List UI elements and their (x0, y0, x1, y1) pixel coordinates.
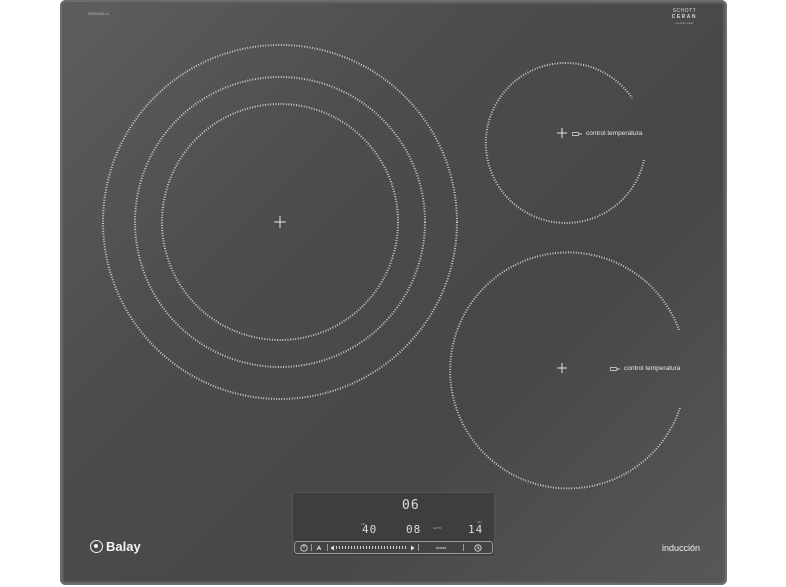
temperature-probe-icon (609, 366, 620, 372)
left-power-display[interactable]: 40 (362, 523, 377, 536)
zone-top-right-label: control temperatura (571, 130, 643, 137)
zone-large-center-mark (274, 216, 286, 228)
timer-icon[interactable] (473, 542, 483, 553)
zone-large-triple[interactable] (102, 44, 458, 400)
right-power-display[interactable]: 14 (468, 523, 483, 536)
cooktop-glass: 3EB965LU SCHOTT CERAN ceramic glass cont… (60, 0, 727, 585)
timer-display: 06 (402, 498, 420, 513)
child-lock-icon[interactable] (314, 542, 324, 553)
power-icon[interactable] (299, 542, 308, 553)
plus-icon[interactable] (409, 542, 415, 553)
separator (327, 544, 328, 551)
brand-name: Balay (106, 539, 141, 554)
separator (418, 544, 419, 551)
separator (463, 544, 464, 551)
brand-logo: Balay (90, 539, 141, 554)
zone-bottom-right-center-mark (557, 363, 567, 373)
zone-top-right[interactable] (484, 62, 645, 224)
middle-power-display[interactable]: 08 (406, 523, 421, 536)
temperature-probe-icon (571, 131, 582, 137)
induction-label: inducción (662, 543, 701, 553)
glass-brand-mark: SCHOTT CERAN ceramic glass (672, 8, 697, 26)
balay-logo-icon (90, 540, 103, 553)
zone-bottom-right-label-text: control temperatura (624, 365, 681, 372)
boost-button-label: boost (436, 545, 446, 550)
middle-tiny-label: AUTO (433, 526, 442, 530)
zone-top-right-center-mark (557, 128, 567, 138)
separator (311, 544, 312, 551)
zone-top-right-label-text: control temperatura (586, 130, 643, 137)
boost-button[interactable]: boost (421, 542, 461, 553)
power-slider[interactable] (333, 546, 407, 549)
touch-control-bar: boost (294, 541, 493, 554)
model-code: 3EB965LU (88, 11, 109, 16)
glass-brand-line3: ceramic glass (675, 21, 694, 25)
control-panel: 06 min 40 08 AUTO min 14 boost (292, 492, 495, 557)
zone-bottom-right-label: control temperatura (609, 365, 681, 372)
